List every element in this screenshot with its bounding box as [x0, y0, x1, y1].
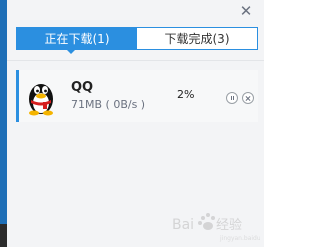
divider — [7, 60, 264, 61]
svg-text:Bai: Bai — [172, 217, 194, 233]
download-size-speed: 71MB ( 0B/s ) — [71, 98, 146, 111]
download-item[interactable]: QQ 71MB ( 0B/s ) 2% — [16, 70, 258, 122]
svg-text:jingyan.baidu.com: jingyan.baidu.com — [219, 235, 260, 242]
tab-downloading[interactable]: 正在下载(1) — [17, 28, 137, 49]
left-edge-shadow — [0, 224, 7, 247]
download-tabs: 正在下载(1) 下载完成(3) — [16, 27, 258, 50]
download-manager-window: ✕ 正在下载(1) 下载完成(3) QQ 71MB ( 0B/s ) 2% Ba… — [0, 0, 264, 247]
left-edge — [0, 0, 7, 247]
active-tab-indicator — [66, 49, 76, 54]
svg-text:经验: 经验 — [216, 217, 242, 233]
download-progress-percent: 2% — [177, 88, 195, 101]
tab-completed[interactable]: 下载完成(3) — [137, 28, 257, 49]
cancel-icon[interactable] — [242, 92, 254, 104]
qq-penguin-icon — [29, 84, 53, 116]
pause-icon[interactable] — [226, 92, 238, 104]
baidu-watermark-logo: Bai 经验 jingyan.baidu.com — [172, 213, 260, 242]
download-name: QQ — [71, 80, 94, 95]
close-button[interactable]: ✕ — [238, 3, 254, 19]
